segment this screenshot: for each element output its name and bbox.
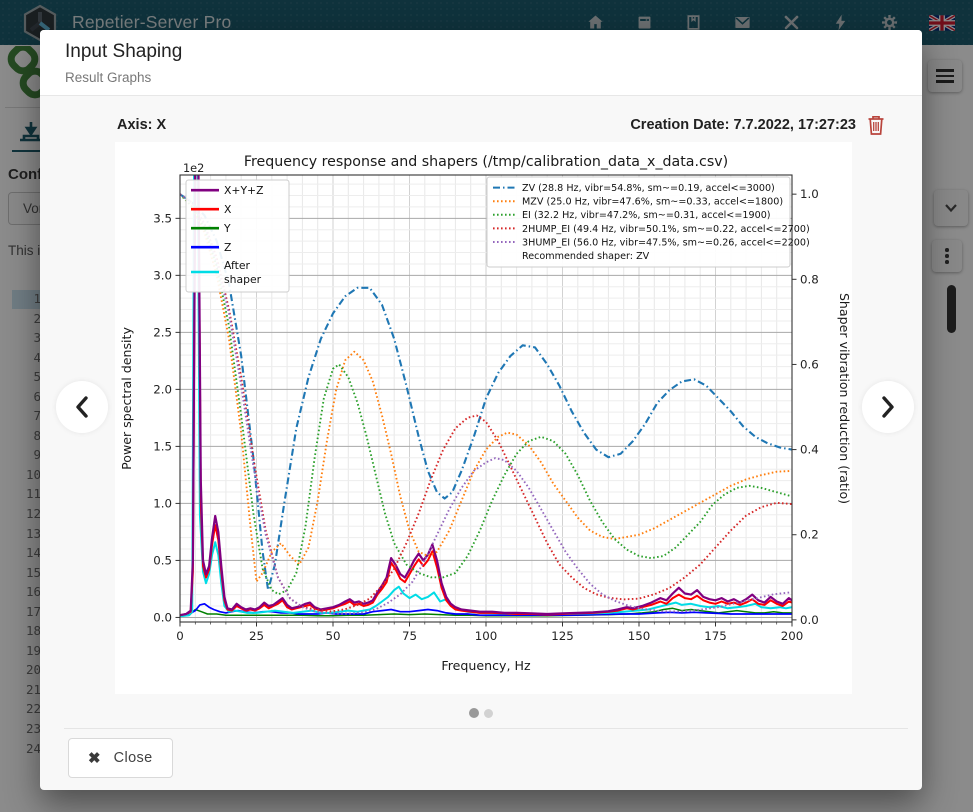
svg-text:X: X — [224, 203, 232, 216]
input-shaping-dialog: Input Shaping Result Graphs Axis: X Crea… — [40, 30, 922, 790]
svg-text:Shaper vibration reduction (ra: Shaper vibration reduction (ratio) — [837, 293, 852, 504]
carousel-next-button[interactable] — [862, 381, 914, 433]
svg-text:175: 175 — [704, 629, 727, 643]
svg-text:1.0: 1.0 — [800, 187, 819, 201]
chevron-right-icon — [879, 395, 897, 419]
svg-text:3.0: 3.0 — [153, 268, 172, 282]
close-icon: ✖ — [88, 749, 101, 767]
svg-text:200: 200 — [781, 629, 804, 643]
svg-text:125: 125 — [551, 629, 574, 643]
svg-text:0.0: 0.0 — [153, 610, 172, 624]
svg-text:0.2: 0.2 — [800, 528, 819, 542]
footer-divider — [64, 728, 908, 729]
svg-text:0.8: 0.8 — [800, 272, 819, 286]
svg-text:2.5: 2.5 — [153, 325, 172, 339]
carousel-dot[interactable] — [469, 708, 479, 718]
svg-text:75: 75 — [402, 629, 417, 643]
svg-text:3.5: 3.5 — [153, 211, 172, 225]
chart-figure: 0 25 50 75 100 125 150 175 200 0.0 0.5 1.0 1.5 2.0 2.5… — [115, 142, 852, 694]
svg-text:1.5: 1.5 — [153, 439, 172, 453]
axis-label: Axis: X — [117, 117, 166, 133]
svg-text:50: 50 — [325, 629, 340, 643]
dialog-title: Input Shaping — [65, 41, 182, 63]
svg-text:0.4: 0.4 — [800, 443, 819, 457]
svg-text:Power spectral density: Power spectral density — [119, 327, 134, 470]
creation-date-label: Creation Date: 7.7.2022, 17:27:23 — [630, 117, 856, 133]
svg-text:Recommended shaper: ZV: Recommended shaper: ZV — [522, 251, 650, 262]
dialog-subtitle: Result Graphs — [65, 70, 151, 85]
svg-text:EI (32.2 Hz, vibr=47.2%, sm~=0: EI (32.2 Hz, vibr=47.2%, sm~=0.31, accel… — [522, 210, 771, 221]
svg-text:Frequency, Hz: Frequency, Hz — [441, 658, 531, 673]
svg-text:3HUMP_EI (56.0 Hz, vibr=47.5%,: 3HUMP_EI (56.0 Hz, vibr=47.5%, sm~=0.26,… — [522, 237, 810, 248]
delete-result-button[interactable] — [866, 114, 886, 136]
svg-text:Frequency response and shapers: Frequency response and shapers (/tmp/cal… — [244, 154, 728, 170]
close-button[interactable]: ✖ Close — [68, 738, 173, 778]
svg-text:Y: Y — [223, 222, 231, 235]
svg-text:After: After — [224, 259, 250, 272]
svg-text:25: 25 — [249, 629, 264, 643]
svg-text:100: 100 — [475, 629, 498, 643]
svg-text:1e2: 1e2 — [183, 162, 204, 175]
svg-text:2HUMP_EI (49.4 Hz, vibr=50.1%,: 2HUMP_EI (49.4 Hz, vibr=50.1%, sm~=0.22,… — [522, 224, 810, 235]
carousel-dot[interactable] — [484, 709, 493, 718]
svg-text:ZV (28.8 Hz, vibr=54.8%, sm~=0: ZV (28.8 Hz, vibr=54.8%, sm~=0.19, accel… — [522, 183, 775, 194]
svg-text:Z: Z — [224, 241, 231, 254]
svg-text:2.0: 2.0 — [153, 382, 172, 396]
carousel-prev-button[interactable] — [56, 381, 108, 433]
svg-text:X+Y+Z: X+Y+Z — [224, 184, 263, 197]
svg-text:0: 0 — [176, 629, 184, 643]
svg-text:shaper: shaper — [224, 273, 262, 286]
trash-icon — [866, 114, 886, 136]
svg-text:0.5: 0.5 — [153, 553, 172, 567]
carousel-pagination — [40, 708, 922, 718]
dialog-header: Input Shaping Result Graphs — [40, 30, 922, 96]
svg-text:MZV (25.0 Hz, vibr=47.6%, sm~=: MZV (25.0 Hz, vibr=47.6%, sm~=0.33, acce… — [522, 197, 783, 208]
svg-text:0.0: 0.0 — [800, 613, 819, 627]
svg-text:0.6: 0.6 — [800, 357, 819, 371]
svg-text:1.0: 1.0 — [153, 496, 172, 510]
result-meta-row: Axis: X Creation Date: 7.7.2022, 17:27:2… — [117, 114, 886, 136]
svg-text:150: 150 — [628, 629, 651, 643]
chevron-left-icon — [73, 395, 91, 419]
